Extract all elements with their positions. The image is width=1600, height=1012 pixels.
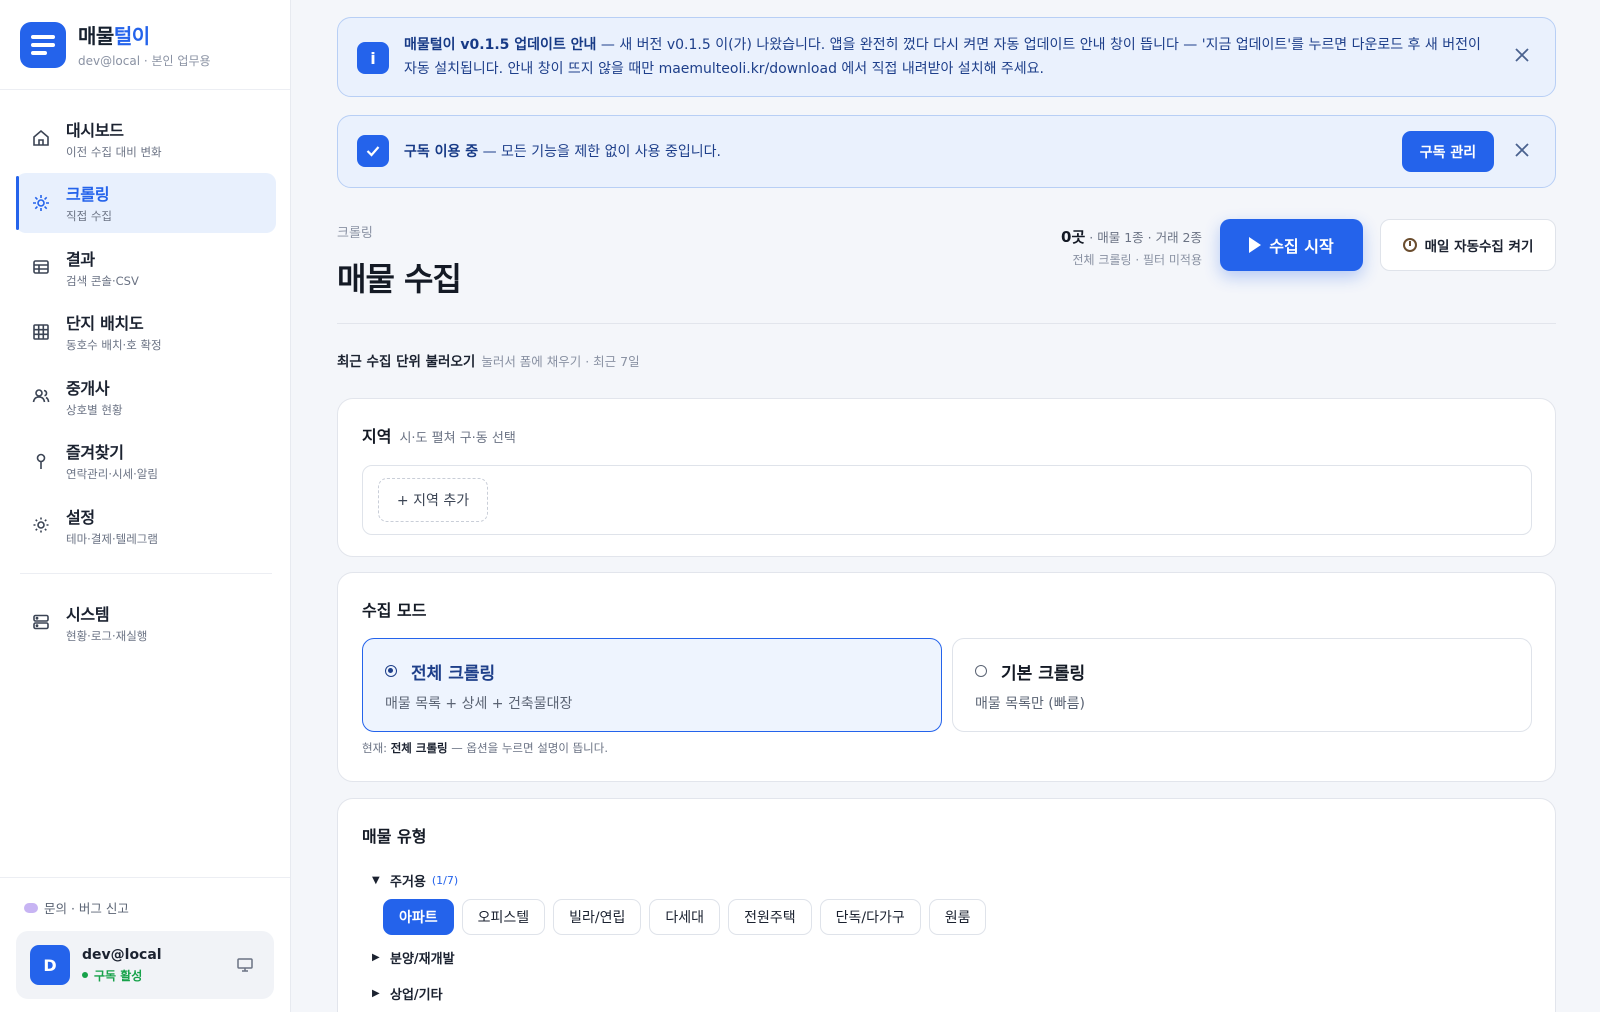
daily-auto-collect-button[interactable]: 매일 자동수집 켜기 — [1380, 219, 1556, 271]
add-region-button[interactable]: + 지역 추가 — [378, 478, 488, 522]
recent-units-loader[interactable]: 최근 수집 단위 불러오기 눌러서 폼에 채우기 · 최근 7일 — [337, 350, 640, 370]
check-icon — [357, 135, 389, 167]
speech-bubble-icon — [24, 902, 38, 913]
sidebar-item-settings[interactable]: 설정 테마·결제·텔레그램 — [16, 495, 276, 555]
mode-current-note: 현재: 전체 크롤링 — 옵션을 누르면 설명이 뜹니다. — [362, 741, 609, 755]
sidebar-item-dashboard[interactable]: 대시보드 이전 수집 대비 변화 — [16, 108, 276, 168]
chip-oneroom[interactable]: 원룸 — [928, 899, 987, 935]
region-title: 지역 시·도 펼쳐 구·동 선택 — [362, 427, 516, 446]
chip-detached[interactable]: 단독/다가구 — [819, 899, 921, 935]
sidebar-item-favorites[interactable]: 즐겨찾기 연락관리·시세·알림 — [16, 431, 276, 491]
chip-multiplex[interactable]: 다세대 — [649, 899, 721, 935]
clock-icon — [1402, 238, 1417, 252]
breadcrumb: 크롤링 — [337, 226, 373, 241]
brand-subtitle: dev@local · 본인 업무용 — [78, 54, 211, 68]
group-residential[interactable]: ▼ 주거용 (1/7) — [372, 871, 458, 890]
grid-icon — [30, 321, 52, 343]
sidebar: 매물털이 dev@local · 본인 업무용 대시보드 이전 수집 대비 변화 … — [0, 0, 291, 1012]
sidebar-nav: 대시보드 이전 수집 대비 변화 크롤링 직접 수집 결과 검색 콘솔·CSV 단지 … — [0, 90, 290, 652]
sidebar-item-system[interactable]: 시스템 현황·로그·재실행 — [16, 592, 276, 652]
chip-officetel[interactable]: 오피스텔 — [461, 899, 546, 935]
collection-mode-card: 수집 모드 전체 크롤링 매물 목록 + 상세 + 건축물대장 기본 크롤링 매… — [337, 572, 1556, 782]
brand-title: 매물털이 — [78, 24, 150, 48]
close-subscription-banner-button[interactable] — [1512, 142, 1532, 162]
page-header: 크롤링 매물 수집 0곳 · 매물 1종 · 거래 2종 전체 크롤링 · 필터… — [337, 219, 1556, 324]
sidebar-footer: 문의 · 버그 신고 D dev@local 구독 활성 — [0, 877, 290, 1012]
home-icon — [30, 127, 52, 149]
table-icon — [30, 256, 52, 278]
server-icon — [30, 611, 52, 633]
monitor-icon[interactable] — [236, 957, 254, 973]
update-banner: i 매물털이 v0.1.5 업데이트 안내 — 새 버전 v0.1.5 이(가)… — [337, 17, 1556, 97]
radio-unselected-icon — [975, 665, 987, 677]
gear-icon — [30, 514, 52, 536]
property-type-card: 매물 유형 ▼ 주거용 (1/7) 아파트 오피스텔 빌라/연립 다세대 전원주… — [337, 798, 1556, 1012]
users-icon — [30, 385, 52, 407]
collection-summary: 0곳 · 매물 1종 · 거래 2종 전체 크롤링 · 필터 미적용 — [1061, 228, 1202, 267]
sidebar-item-site-plan[interactable]: 단지 배치도 동호수 배치·호 확정 — [16, 302, 276, 362]
radio-selected-icon — [385, 665, 397, 677]
mode-option-full[interactable]: 전체 크롤링 매물 목록 + 상세 + 건축물대장 — [362, 638, 942, 732]
download-link[interactable]: maemulteoli.kr/download — [659, 61, 837, 77]
mode-option-basic[interactable]: 기본 크롤링 매물 목록만 (빠름) — [952, 638, 1532, 732]
group-presale[interactable]: ▶ 분양/재개발 — [372, 948, 455, 967]
chip-villa[interactable]: 빌라/연립 — [553, 899, 642, 935]
status-dot-icon — [82, 972, 88, 978]
play-icon — [1249, 237, 1262, 253]
info-icon: i — [357, 42, 389, 74]
types-title: 매물 유형 — [362, 827, 427, 846]
user-card[interactable]: D dev@local 구독 활성 — [16, 931, 274, 999]
chip-apartment[interactable]: 아파트 — [383, 899, 454, 935]
close-update-banner-button[interactable] — [1512, 47, 1532, 67]
region-selection-box: + 지역 추가 — [362, 465, 1532, 535]
avatar: D — [30, 945, 70, 985]
sparkle-icon — [30, 192, 52, 214]
region-card: 지역 시·도 펼쳐 구·동 선택 + 지역 추가 — [337, 398, 1556, 557]
chip-country-house[interactable]: 전원주택 — [728, 899, 812, 935]
app-logo-icon — [20, 21, 66, 68]
residential-chips: 아파트 오피스텔 빌라/연립 다세대 전원주택 단독/다가구 원룸 — [383, 899, 987, 935]
start-collection-button[interactable]: 수집 시작 — [1220, 219, 1363, 271]
caret-right-icon: ▶ — [372, 952, 380, 963]
subscription-banner-text: 구독 이용 중 — 모든 기능을 제한 없이 사용 중입니다. — [404, 144, 721, 160]
mode-title: 수집 모드 — [362, 601, 427, 620]
brand[interactable]: 매물털이 dev@local · 본인 업무용 — [0, 0, 290, 90]
group-commercial[interactable]: ▶ 상업/기타 — [372, 984, 443, 1003]
subscription-banner: 구독 이용 중 — 모든 기능을 제한 없이 사용 중입니다. 구독 관리 — [337, 115, 1556, 188]
subscription-status: 구독 활성 — [82, 967, 162, 984]
update-banner-text: 매물털이 v0.1.5 업데이트 안내 — 새 버전 v0.1.5 이(가) 나… — [404, 37, 1481, 77]
sidebar-item-crawling[interactable]: 크롤링 직접 수집 — [16, 172, 276, 233]
manage-subscription-button[interactable]: 구독 관리 — [1402, 131, 1494, 172]
caret-down-icon: ▼ — [372, 875, 380, 886]
page-title: 매물 수집 — [337, 260, 462, 298]
user-name: dev@local — [82, 946, 162, 963]
feedback-link[interactable]: 문의 · 버그 신고 — [16, 898, 274, 917]
caret-right-icon: ▶ — [372, 988, 380, 999]
pin-icon — [30, 450, 52, 472]
nav-divider — [20, 573, 272, 574]
sidebar-item-results[interactable]: 결과 검색 콘솔·CSV — [16, 237, 276, 297]
sidebar-item-brokers[interactable]: 중개사 상호별 현황 — [16, 366, 276, 426]
